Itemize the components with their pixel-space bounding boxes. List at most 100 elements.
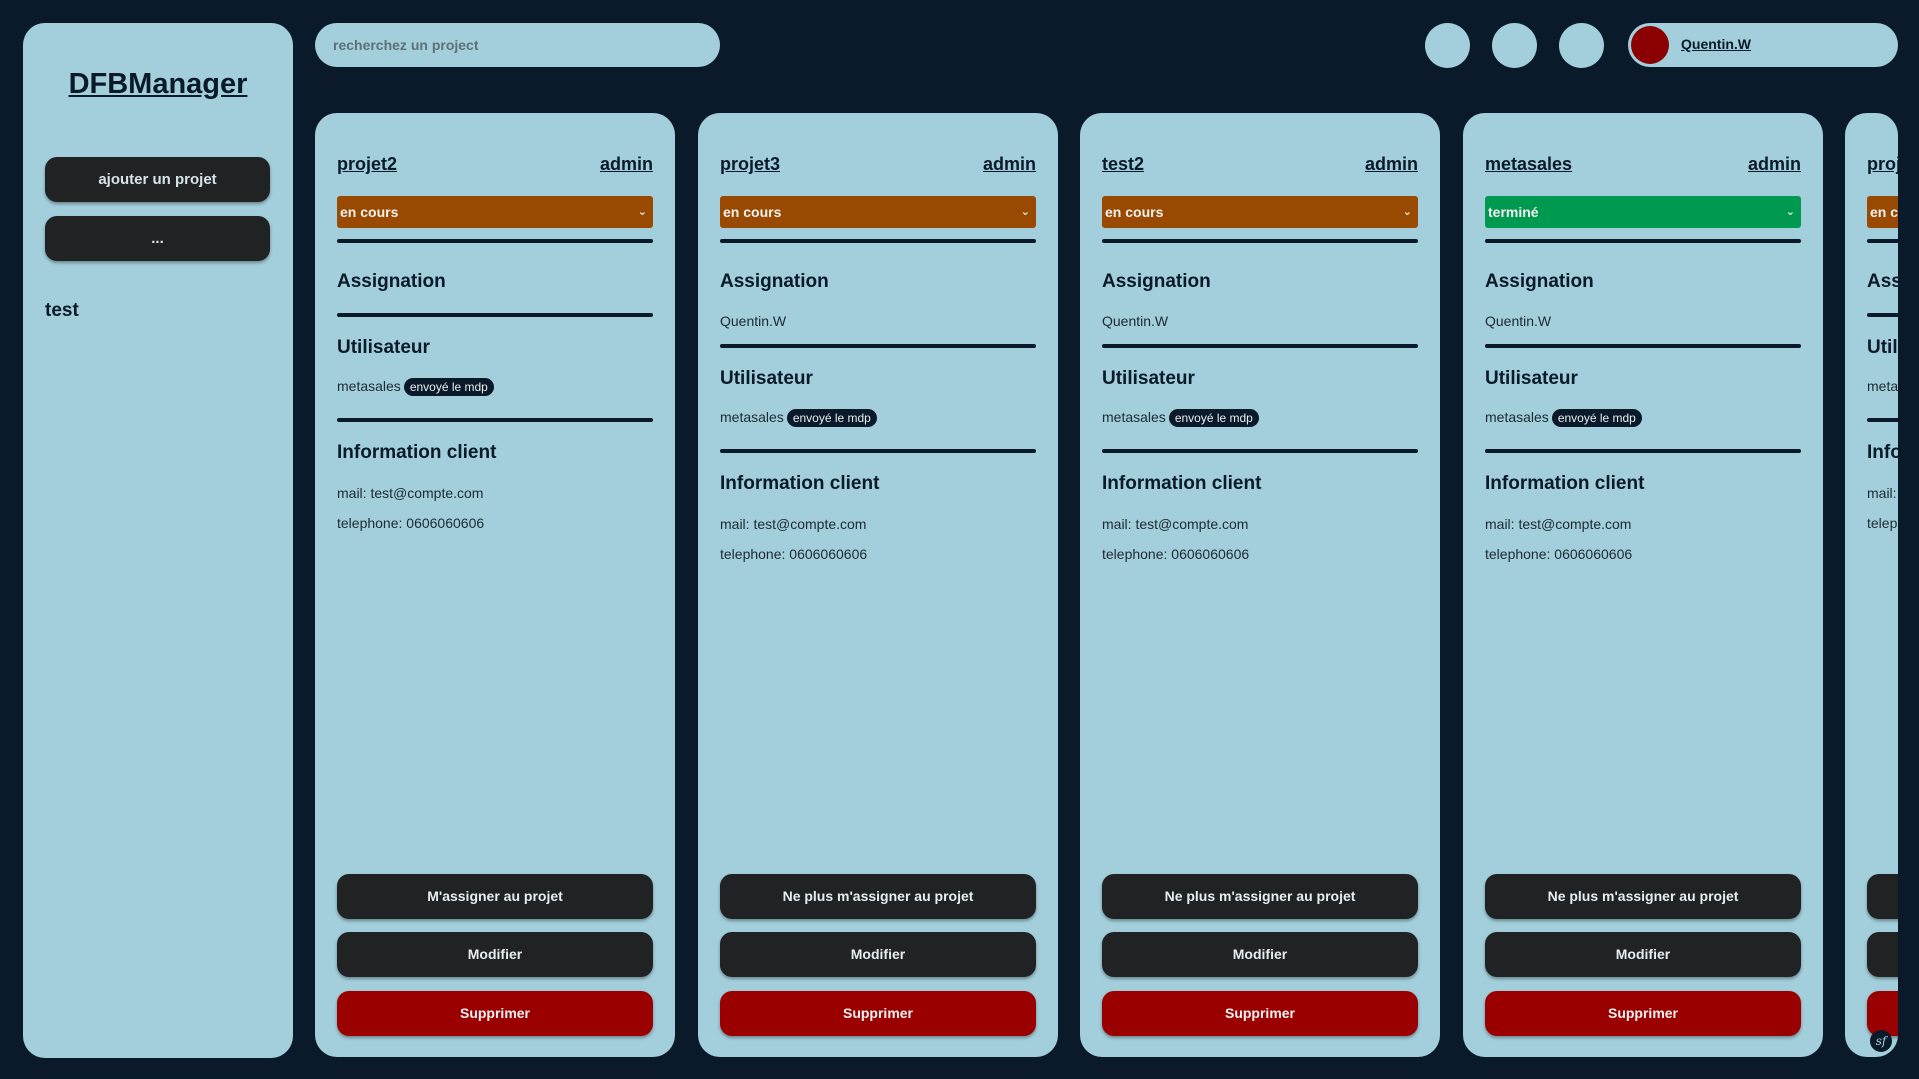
- edit-button[interactable]: Modifier: [337, 932, 653, 977]
- section-assignation: Assignation: [1485, 271, 1594, 292]
- delete-button[interactable]: Supprimer: [337, 991, 653, 1036]
- section-information-client: Information client: [1102, 473, 1262, 494]
- status-value: en cours: [340, 204, 399, 220]
- divider: [720, 239, 1036, 243]
- divider: [1485, 344, 1801, 348]
- client-telephone: telephone: 0606060606: [720, 546, 868, 562]
- project-owner-role[interactable]: admin: [600, 154, 653, 175]
- divider: [720, 449, 1036, 453]
- divider: [1102, 449, 1418, 453]
- sidebar-item-test[interactable]: test: [45, 300, 79, 322]
- status-select[interactable]: en cours ⌄: [1102, 196, 1418, 228]
- section-information-client: Information client: [337, 442, 497, 463]
- sidebar: DFBManager ajouter un projet ... test: [23, 23, 293, 1058]
- edit-button[interactable]: Modifier: [1485, 932, 1801, 977]
- password-sent-badge: envoyé le mdp: [1551, 409, 1642, 428]
- assignee-name: Quentin.W: [1485, 313, 1552, 329]
- assign-button[interactable]: Ne plus m'assigner au projet: [1485, 874, 1801, 919]
- delete-button[interactable]: Supprimer: [1485, 991, 1801, 1036]
- status-select[interactable]: en c: [1867, 196, 1898, 228]
- assignee-name: Quentin.W: [720, 313, 787, 329]
- status-value: terminé: [1488, 204, 1539, 220]
- edit-button[interactable]: Modifier: [1102, 932, 1418, 977]
- search-input[interactable]: [315, 23, 720, 67]
- password-sent-badge: envoyé le mdp: [403, 378, 494, 397]
- section-assignation: Assignation: [337, 271, 446, 292]
- section-utilisateur: Utilisateur: [337, 337, 430, 358]
- user-line: metasales envoyé le mdp: [1102, 409, 1259, 428]
- project-card: metasales admin terminé ⌄ Assignation Quentin…: [1463, 113, 1823, 1057]
- more-button[interactable]: ...: [45, 216, 270, 261]
- section-assignation: Ass: [1867, 271, 1898, 292]
- project-title[interactable]: metasales: [1485, 154, 1572, 175]
- project-title[interactable]: projet2: [337, 154, 397, 175]
- status-value: en cours: [1105, 204, 1164, 220]
- status-select[interactable]: en cours ⌄: [720, 196, 1036, 228]
- project-card: projet3 admin en cours ⌄ Assignation Quentin.…: [698, 113, 1058, 1057]
- header-circle-button-1[interactable]: [1425, 23, 1470, 68]
- project-card: proj en c Ass Util meta Info mail: telep: [1845, 113, 1898, 1057]
- avatar: [1631, 26, 1669, 64]
- user-menu[interactable]: Quentin.W: [1628, 23, 1898, 67]
- project-owner-role[interactable]: admin: [1748, 154, 1801, 175]
- section-utilisateur: Utilisateur: [720, 368, 813, 389]
- divider: [337, 239, 653, 243]
- user-name: metasales: [1102, 409, 1166, 425]
- password-sent-badge: envoyé le mdp: [786, 409, 877, 428]
- section-information-client: Info: [1867, 442, 1898, 463]
- user-line: metasales envoyé le mdp: [720, 409, 877, 428]
- add-project-button[interactable]: ajouter un projet: [45, 157, 270, 202]
- user-line: metasales envoyé le mdp: [337, 378, 494, 397]
- project-owner-role[interactable]: admin: [1365, 154, 1418, 175]
- divider: [720, 344, 1036, 348]
- header-circle-button-2[interactable]: [1492, 23, 1537, 68]
- section-information-client: Information client: [720, 473, 880, 494]
- section-assignation: Assignation: [720, 271, 829, 292]
- client-mail: mail: test@compte.com: [720, 516, 867, 532]
- assign-button[interactable]: M'assigner au projet: [337, 874, 653, 919]
- delete-button[interactable]: Supprimer: [1102, 991, 1418, 1036]
- assignee-name: Quentin.W: [1102, 313, 1169, 329]
- client-mail: mail: test@compte.com: [1485, 516, 1632, 532]
- client-telephone: telephone: 0606060606: [1102, 546, 1250, 562]
- section-assignation: Assignation: [1102, 271, 1211, 292]
- chevron-down-icon: ⌄: [1785, 206, 1795, 218]
- divider: [1485, 239, 1801, 243]
- chevron-down-icon: ⌄: [1402, 206, 1412, 218]
- status-select[interactable]: en cours ⌄: [337, 196, 653, 228]
- header-circle-button-3[interactable]: [1559, 23, 1604, 68]
- user-name: meta: [1867, 378, 1898, 394]
- client-telephone: telep: [1867, 515, 1898, 531]
- project-title[interactable]: test2: [1102, 154, 1144, 175]
- divider: [337, 313, 653, 317]
- section-utilisateur: Utilisateur: [1485, 368, 1578, 389]
- assign-button[interactable]: Ne plus m'assigner au projet: [1102, 874, 1418, 919]
- divider: [1867, 239, 1898, 243]
- divider: [1867, 313, 1898, 317]
- project-title[interactable]: projet3: [720, 154, 780, 175]
- symfony-icon[interactable]: sf: [1870, 1030, 1892, 1052]
- status-value: en cours: [723, 204, 782, 220]
- project-owner-role[interactable]: admin: [983, 154, 1036, 175]
- edit-button[interactable]: Modifier: [720, 932, 1036, 977]
- project-card: test2 admin en cours ⌄ Assignation Quentin.W U…: [1080, 113, 1440, 1057]
- status-select[interactable]: terminé ⌄: [1485, 196, 1801, 228]
- user-line: meta: [1867, 378, 1898, 394]
- project-card: projet2 admin en cours ⌄ Assignation Utilisat…: [315, 113, 675, 1057]
- divider: [1867, 418, 1898, 422]
- chevron-down-icon: ⌄: [637, 206, 647, 218]
- assign-button[interactable]: Ne plus m'assigner au projet: [720, 874, 1036, 919]
- divider: [1102, 239, 1418, 243]
- project-title[interactable]: proj: [1867, 154, 1898, 175]
- password-sent-badge: envoyé le mdp: [1168, 409, 1259, 428]
- divider: [1102, 344, 1418, 348]
- user-name[interactable]: Quentin.W: [1681, 36, 1751, 52]
- client-telephone: telephone: 0606060606: [1485, 546, 1633, 562]
- section-information-client: Information client: [1485, 473, 1645, 494]
- user-name: metasales: [337, 378, 401, 394]
- assign-button[interactable]: [1867, 874, 1898, 919]
- client-telephone: telephone: 0606060606: [337, 515, 485, 531]
- brand-title[interactable]: DFBManager: [23, 68, 293, 101]
- edit-button[interactable]: [1867, 932, 1898, 977]
- delete-button[interactable]: Supprimer: [720, 991, 1036, 1036]
